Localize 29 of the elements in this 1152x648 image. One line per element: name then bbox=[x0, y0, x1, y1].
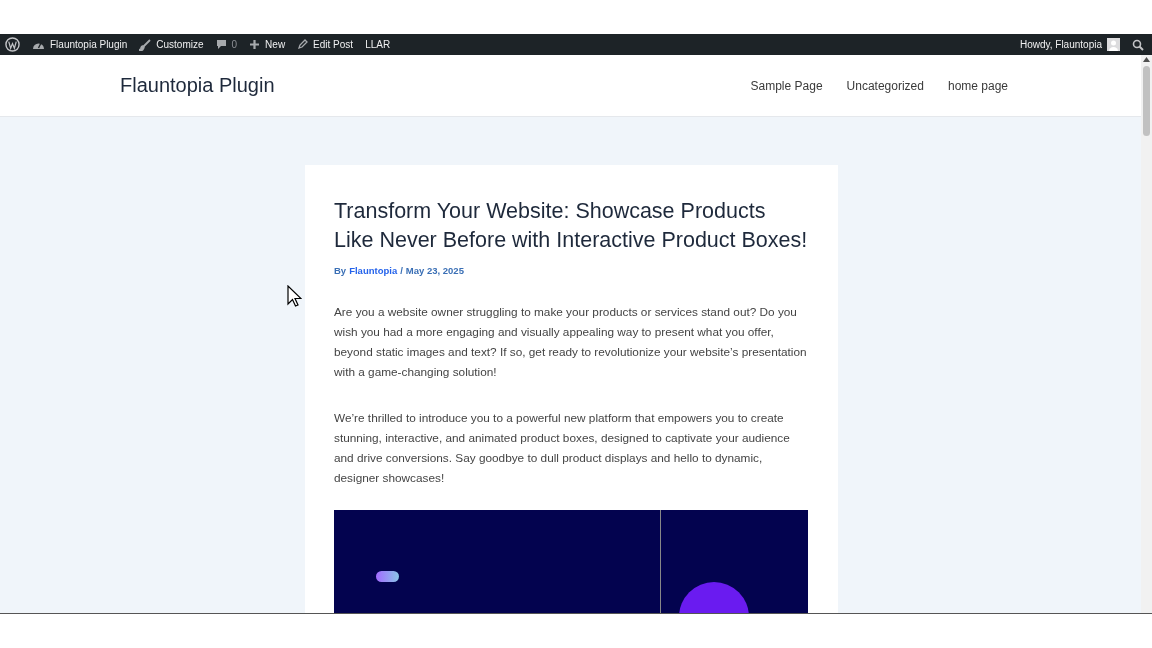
admin-bar-link[interactable]: Edit Post bbox=[297, 39, 354, 50]
post-paragraph: We’re thrilled to introduce you to a powerful new platform that empowers you to create stunning, interactive, and animated product boxes, designed to captivate your audience and drive conversions. Say goodbye to dull product displays and hello to dynamic, designer showcases! bbox=[334, 410, 791, 487]
post-paragraph: Are you a website owner struggling to make your products or services stand out? Do you wish you had a more engaging and visually appealing way to present what you offer, beyond static images and text? If so, get ready to revolutionize your website’s presentation with a game-changing solution! bbox=[334, 304, 808, 381]
comment-bubble-icon bbox=[215, 39, 227, 50]
comments-link[interactable]: 0 bbox=[215, 39, 238, 50]
meta-separator: / bbox=[400, 265, 403, 276]
site-title[interactable]: Flauntopia Plugin bbox=[120, 74, 275, 97]
admin-bar-link[interactable]: Customize bbox=[139, 38, 204, 51]
search-icon[interactable] bbox=[1132, 38, 1144, 51]
mouse-cursor-icon bbox=[287, 285, 302, 307]
author-link[interactable]: Flauntopia bbox=[349, 265, 398, 276]
scroll-up-arrow-icon bbox=[1143, 57, 1150, 62]
account-link[interactable]: Howdy, Flauntopia bbox=[1019, 38, 1120, 51]
avatar-icon bbox=[1107, 38, 1120, 51]
scrollbar[interactable] bbox=[1141, 55, 1152, 613]
nav-link[interactable]: home page bbox=[947, 78, 1008, 93]
nav-link[interactable]: Sample Page bbox=[750, 78, 823, 93]
plus-icon bbox=[249, 39, 261, 50]
wordpress-logo-icon[interactable] bbox=[5, 37, 20, 52]
scrollbar-thumb[interactable] bbox=[1143, 66, 1150, 136]
paintbrush-icon bbox=[139, 38, 152, 51]
admin-bar-link[interactable]: Flauntopia Plugin bbox=[32, 39, 128, 50]
nav-link[interactable]: Uncategorized bbox=[846, 78, 924, 93]
byline-label: By bbox=[334, 265, 347, 276]
post-title: Transform Your Website: Showcase Products Like Never Before with Interactive Product Boxes! bbox=[334, 198, 808, 254]
admin-bar-link[interactable]: LLAR bbox=[365, 39, 391, 50]
pencil-icon bbox=[297, 39, 309, 50]
admin-bar-link[interactable]: New bbox=[249, 39, 286, 50]
post-date: May 23, 2025 bbox=[405, 265, 464, 276]
